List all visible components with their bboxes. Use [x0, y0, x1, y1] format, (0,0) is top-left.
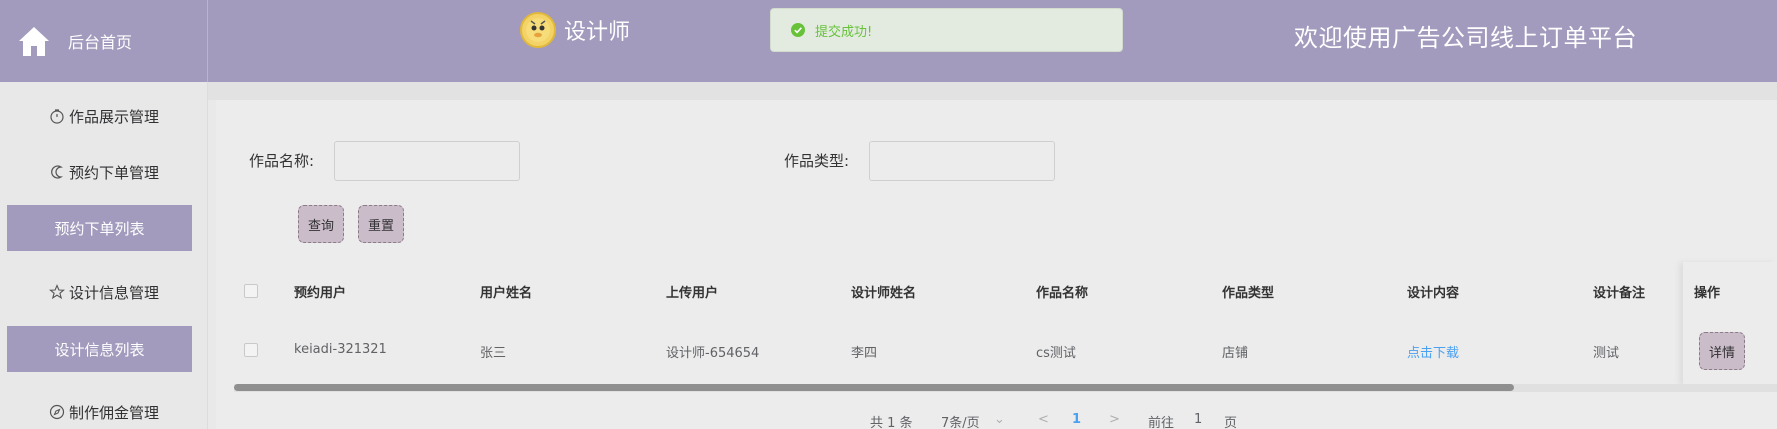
sidebar-item-design-list[interactable]: 设计信息列表 [7, 326, 192, 372]
welcome-text: 欢迎使用广告公司线上订单平台 [1294, 24, 1637, 52]
sidebar-group-works[interactable]: 作品展示管理 [0, 88, 208, 144]
column-header: 设计备注 [1593, 286, 1646, 301]
select-all-checkbox[interactable] [244, 284, 258, 298]
avatar [520, 12, 556, 48]
cell-designer-name: 李四 [851, 346, 878, 361]
home-icon [16, 23, 52, 59]
column-header: 操作 [1694, 286, 1721, 301]
main-top-strip [208, 82, 1777, 100]
goto-label: 前往 [1148, 416, 1175, 429]
page-size-select[interactable]: 7条/页 [941, 412, 980, 429]
sidebar-group-label: 设计信息管理 [68, 283, 159, 302]
success-toast: 提交成功! [770, 8, 1123, 52]
column-header: 作品类型 [1222, 286, 1275, 301]
cell-user-name: 张三 [480, 346, 507, 361]
cell-work-name: cs测试 [1036, 346, 1076, 361]
table-row: keiadi-321321 张三 设计师-654654 李四 cs测试 店铺 点… [216, 326, 1777, 382]
table-header: 预约用户 用户姓名 上传用户 设计师姓名 作品名称 作品类型 设计内容 设计备注 [216, 262, 1777, 326]
work-name-input[interactable] [334, 141, 520, 181]
sidebar-group-commission[interactable]: 制作佣金管理 [0, 384, 208, 429]
sidebar-group-orders[interactable]: 预约下单管理 [0, 144, 208, 200]
work-type-input[interactable] [869, 141, 1055, 181]
clock-icon [49, 108, 65, 124]
page-suffix: 页 [1224, 416, 1238, 429]
home-label: 后台首页 [68, 33, 133, 52]
sidebar-item-label: 预约下单列表 [54, 219, 145, 238]
goto-page-input[interactable]: 1 [1194, 412, 1202, 427]
compass-icon [49, 404, 65, 420]
toast-message: 提交成功! [815, 24, 873, 40]
sidebar-group-label: 作品展示管理 [68, 107, 159, 126]
column-header: 用户姓名 [480, 286, 533, 301]
column-header: 上传用户 [666, 286, 719, 301]
detail-button[interactable]: 详情 [1699, 332, 1745, 370]
work-name-label: 作品名称: [249, 152, 315, 170]
sidebar-item-order-list[interactable]: 预约下单列表 [7, 205, 192, 251]
column-header: 作品名称 [1036, 286, 1089, 301]
page-number[interactable]: 1 [1072, 412, 1081, 427]
work-type-label: 作品类型: [784, 152, 850, 170]
row-checkbox[interactable] [244, 343, 258, 357]
sidebar-item-label: 设计信息列表 [54, 340, 145, 359]
cell-upload-user: 设计师-654654 [666, 346, 760, 361]
sidebar-group-design[interactable]: 设计信息管理 [0, 264, 208, 320]
column-header: 预约用户 [294, 286, 347, 301]
column-header: 设计内容 [1407, 286, 1460, 301]
download-link[interactable]: 点击下载 [1407, 342, 1459, 361]
reset-button[interactable]: 重置 [358, 205, 404, 243]
sidebar-group-label: 预约下单管理 [68, 163, 159, 182]
sidebar-group-label: 制作佣金管理 [68, 403, 159, 422]
column-header: 设计师姓名 [851, 286, 917, 301]
cell-booking-user: keiadi-321321 [294, 342, 387, 357]
next-page-button[interactable]: > [1109, 412, 1120, 427]
scrollbar-thumb[interactable] [234, 384, 1514, 391]
star-icon [48, 284, 65, 300]
sidebar: 作品展示管理 预约下单管理 预约下单列表 设计信息管理 设计信息列表 制作佣金管… [0, 82, 208, 429]
cell-work-type: 店铺 [1222, 346, 1249, 361]
cell-design-note: 测试 [1593, 346, 1620, 361]
chevron-down-icon[interactable]: ⌄ [994, 412, 1005, 427]
success-check-icon [791, 23, 805, 37]
moon-icon [49, 164, 65, 180]
pager-total: 共 1 条 [870, 416, 913, 429]
home-link[interactable]: 后台首页 [0, 0, 208, 82]
top-bar: 后台首页 设计师 提交成功! 欢迎使用广告公司线上订单平台 [0, 0, 1777, 82]
prev-page-button[interactable]: < [1038, 412, 1049, 427]
query-button[interactable]: 查询 [298, 205, 344, 243]
role-title: 设计师 [564, 20, 631, 45]
main-panel: 作品名称: 作品类型: 查询 重置 预约用户 用户姓名 上传用户 设计师姓名 作… [216, 100, 1777, 429]
brand: 设计师 [520, 12, 630, 48]
